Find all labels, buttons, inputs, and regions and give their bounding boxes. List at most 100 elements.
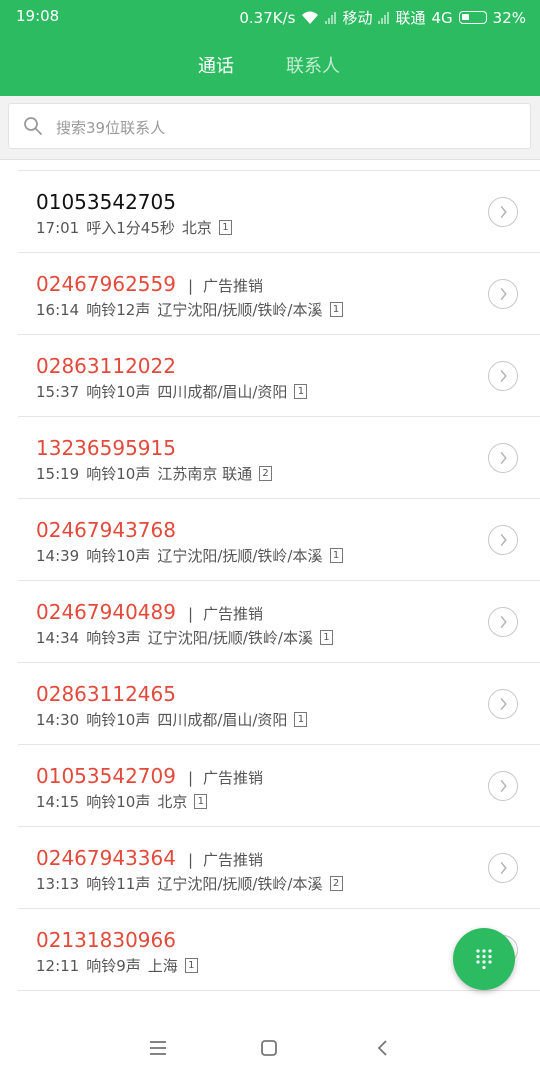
phone-number: 02467962559 [36,272,176,296]
home-icon[interactable] [257,1036,281,1060]
search-placeholder: 搜索39位联系人 [56,119,166,137]
call-log-row[interactable]: 01053542709 | 广告推销 14:15 响铃10声 北京 1 [0,745,540,827]
sim-card-icon: 1 [329,548,343,563]
call-location: 辽宁沈阳/抚顺/铁岭/本溪 [157,547,323,565]
chevron-right-icon[interactable] [488,853,518,883]
phone-number: 02131830966 [36,928,176,952]
sim-card-icon: 1 [218,220,232,235]
call-meta: 13:13 响铃11声 辽宁沈阳/抚顺/铁岭/本溪 2 [36,873,343,894]
call-location: 北京 [181,219,212,237]
call-location: 辽宁沈阳/抚顺/铁岭/本溪 [157,301,323,319]
call-meta: 16:14 响铃12声 辽宁沈阳/抚顺/铁岭/本溪 1 [36,299,343,320]
call-location: 辽宁沈阳/抚顺/铁岭/本溪 [147,629,313,647]
status-bar: 19:08 0.37K/s 移动 联通 4G 32% [0,0,540,34]
call-log-row[interactable]: 02467943364 | 广告推销 13:13 响铃11声 辽宁沈阳/抚顺/铁岭/本溪 2 [0,827,540,909]
call-meta: 14:39 响铃10声 辽宁沈阳/抚顺/铁岭/本溪 1 [36,545,343,566]
call-meta: 14:34 响铃3声 辽宁沈阳/抚顺/铁岭/本溪 1 [36,627,333,648]
call-time: 16:14 [36,300,80,319]
tag-separator: | [187,851,194,869]
phone-number: 02863112022 [36,354,176,378]
call-location: 四川成都/眉山/资阳 [157,383,288,401]
call-status: 呼入1分45秒 [86,219,175,237]
wifi-icon [302,11,319,24]
phone-number: 13236595915 [36,436,176,460]
tab-contacts[interactable]: 联系人 [286,52,340,78]
battery-icon [458,11,487,24]
tag-label: 广告推销 [203,605,264,623]
call-status: 响铃10声 [86,711,151,729]
call-meta: 15:19 响铃10声 江苏南京 联通 2 [36,463,273,484]
signal-icon [378,11,390,24]
chevron-right-icon[interactable] [488,197,518,227]
back-icon[interactable] [371,1036,395,1060]
call-log-row[interactable]: 02467962559 | 广告推销 16:14 响铃12声 辽宁沈阳/抚顺/铁岭/本溪 1 [0,253,540,335]
call-log-row[interactable]: 02863112465 14:30 响铃10声 四川成都/眉山/资阳 1 [0,663,540,745]
call-log-row[interactable]: 02863112022 15:37 响铃10声 四川成都/眉山/资阳 1 [0,335,540,417]
tab-calls[interactable]: 通话 [198,52,234,78]
call-location: 辽宁沈阳/抚顺/铁岭/本溪 [157,875,323,893]
search-input[interactable]: 搜索39位联系人 [8,103,531,149]
call-log-row[interactable]: 01053542705 17:01 呼入1分45秒 北京 1 [0,171,540,253]
search-bar: 搜索39位联系人 [0,96,540,160]
sim-card-icon: 2 [329,876,343,891]
phone-number: 02467940489 [36,600,176,624]
call-log-row[interactable]: 13236595915 15:19 响铃10声 江苏南京 联通 2 [0,417,540,499]
call-time: 15:37 [36,382,80,401]
tag-separator: | [187,769,194,787]
number-tag: | 广告推销 [188,603,263,624]
tab-bar: 通话 联系人 [0,44,540,84]
number-tag: | 广告推销 [188,275,263,296]
chevron-right-icon[interactable] [488,361,518,391]
status-time: 19:08 [16,7,60,25]
tag-label: 广告推销 [203,769,264,787]
call-status: 响铃10声 [86,465,151,483]
dialpad-button[interactable] [453,928,515,990]
call-status: 响铃10声 [86,383,151,401]
call-time: 14:39 [36,546,80,565]
number-tag: | 广告推销 [188,849,263,870]
chevron-right-icon[interactable] [488,689,518,719]
call-log-row[interactable]: 02467940489 | 广告推销 14:34 响铃3声 辽宁沈阳/抚顺/铁岭/本溪 1 [0,581,540,663]
call-location: 北京 [157,793,188,811]
signal-icon [325,11,337,24]
phone-number: 02467943364 [36,846,176,870]
call-location: 上海 [147,957,178,975]
sim-card-icon: 1 [329,302,343,317]
call-log-row[interactable]: 02467943768 14:39 响铃10声 辽宁沈阳/抚顺/铁岭/本溪 1 [0,499,540,581]
phone-number: 02467943768 [36,518,176,542]
phone-number: 02863112465 [36,682,176,706]
call-status: 响铃3声 [86,629,141,647]
call-time: 14:34 [36,628,80,647]
menu-icon[interactable] [146,1036,170,1060]
call-meta: 12:11 响铃9声 上海 1 [36,955,198,976]
chevron-right-icon[interactable] [488,771,518,801]
call-log-list[interactable]: 01053542705 17:01 呼入1分45秒 北京 1 02467962559 | 广告… [0,160,540,1016]
tag-label: 广告推销 [203,851,264,869]
call-time: 14:30 [36,710,80,729]
sim-card-icon: 1 [194,794,208,809]
call-location: 江苏南京 联通 [157,465,253,483]
number-tag: | 广告推销 [188,767,263,788]
call-status: 响铃9声 [86,957,141,975]
app-header: 19:08 0.37K/s 移动 联通 4G 32% 通话 联系人 [0,0,540,96]
sim-card-icon: 1 [294,384,308,399]
chevron-right-icon[interactable] [488,525,518,555]
chevron-right-icon[interactable] [488,279,518,309]
status-indicators: 0.37K/s 移动 联通 4G 32% [239,7,526,28]
call-status: 响铃10声 [86,793,151,811]
sim-card-icon: 1 [319,630,333,645]
network-speed: 0.37K/s [239,8,296,27]
chevron-right-icon[interactable] [488,443,518,473]
navigation-bar [0,1016,540,1080]
call-time: 12:11 [36,956,80,975]
call-location: 四川成都/眉山/资阳 [157,711,288,729]
call-meta: 14:30 响铃10声 四川成都/眉山/资阳 1 [36,709,308,730]
chevron-right-icon[interactable] [488,607,518,637]
sim-card-icon: 1 [184,958,198,973]
call-meta: 14:15 响铃10声 北京 1 [36,791,208,812]
call-status: 响铃10声 [86,547,151,565]
network-type: 4G [431,8,453,27]
call-time: 13:13 [36,874,80,893]
call-status: 响铃11声 [86,875,151,893]
sim-card-icon: 2 [259,466,273,481]
